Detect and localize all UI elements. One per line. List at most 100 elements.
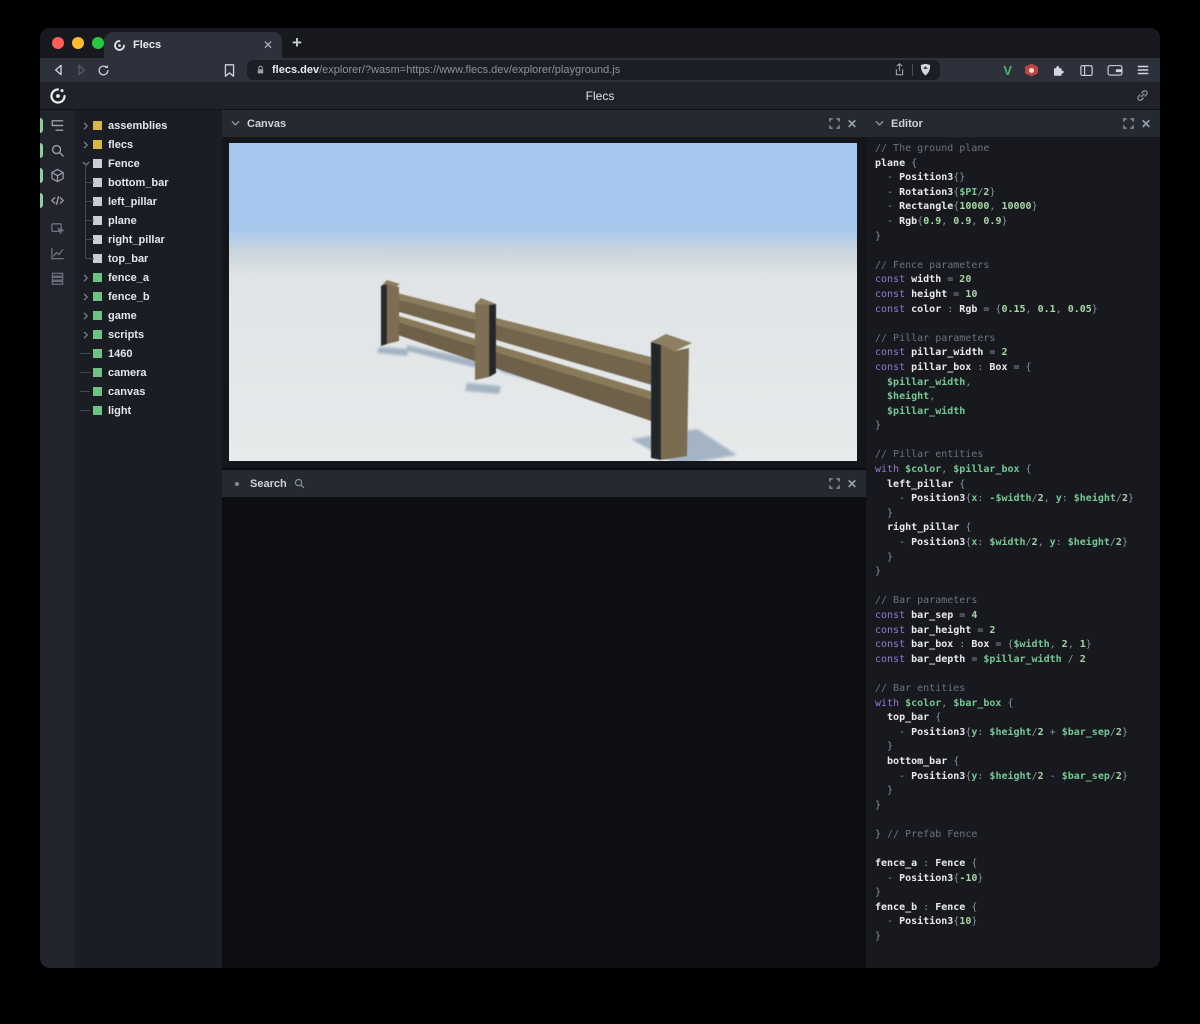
tree-item-label: bottom_bar: [108, 176, 169, 189]
code-line: const width = 20: [875, 274, 972, 286]
reload-icon[interactable]: [92, 63, 114, 78]
bookmark-icon[interactable]: [218, 63, 240, 78]
tree-item-assemblies[interactable]: assemblies: [75, 116, 222, 135]
browser-tab[interactable]: Flecs ✕: [104, 32, 282, 58]
fullscreen-icon[interactable]: [829, 118, 840, 129]
code-line: fence_b : Fence {: [875, 901, 978, 913]
tree-item-camera[interactable]: camera: [75, 363, 222, 382]
menu-icon[interactable]: [1136, 63, 1150, 77]
nav-item-entity-tree[interactable]: [40, 113, 75, 138]
tree-item-left_pillar[interactable]: left_pillar: [75, 182, 222, 211]
code-line: const bar_depth = $pillar_width / 2: [875, 653, 1086, 665]
code-line: - Position3{}: [875, 172, 966, 184]
code-line: const bar_height = 2: [875, 624, 996, 636]
adblock-extension-icon[interactable]: [1025, 63, 1038, 77]
code-line: - Position3{y: $height/2 - $bar_sep/2}: [875, 770, 1128, 782]
expand-chevron-icon[interactable]: [80, 312, 91, 320]
page-title: Flecs: [585, 88, 615, 103]
tree-item-fence_b[interactable]: fence_b: [75, 287, 222, 306]
code-editor[interactable]: // The ground plane plane { - Position3{}…: [866, 137, 1160, 968]
close-icon[interactable]: ✕: [847, 477, 857, 491]
app-header: Flecs: [40, 82, 1160, 110]
code-line: // Pillar parameters: [875, 332, 996, 344]
new-tab-button[interactable]: +: [292, 33, 302, 53]
nav-item-logs[interactable]: [40, 266, 75, 291]
entity-square-icon: [93, 368, 102, 377]
back-icon[interactable]: [48, 62, 70, 78]
3d-viewport[interactable]: [229, 143, 857, 461]
chevron-down-icon[interactable]: [875, 119, 884, 128]
code-line: top_bar {: [875, 712, 942, 724]
tree-item-game[interactable]: game: [75, 306, 222, 325]
tree-item-1460[interactable]: 1460: [75, 344, 222, 363]
active-indicator: [40, 193, 43, 208]
address-bar[interactable]: flecs.dev/explorer/?wasm=https://www.fle…: [247, 60, 940, 80]
forward-icon[interactable]: [70, 62, 92, 78]
close-icon[interactable]: ✕: [847, 117, 857, 131]
tree-item-bottom_bar[interactable]: bottom_bar: [75, 163, 222, 192]
expand-chevron-icon[interactable]: [80, 141, 91, 149]
v-extension-icon[interactable]: V: [1003, 63, 1012, 78]
tree-item-plane[interactable]: plane: [75, 201, 222, 230]
brave-shield-icon[interactable]: [919, 63, 932, 77]
statistics-icon: [50, 246, 65, 261]
code-line: const pillar_width = 2: [875, 347, 1008, 359]
expand-chevron-icon[interactable]: [80, 122, 91, 130]
expand-chevron-icon[interactable]: [80, 331, 91, 339]
code-line: // Pillar entities: [875, 449, 984, 461]
tree-item-flecs[interactable]: flecs: [75, 135, 222, 154]
minimize-window-button[interactable]: [72, 37, 84, 49]
code-line: // The ground plane: [875, 143, 990, 154]
code-line: // Bar parameters: [875, 595, 978, 607]
share-icon[interactable]: [893, 63, 906, 77]
nav-item-statistics[interactable]: [40, 241, 75, 266]
nav-item-inspector[interactable]: [40, 216, 75, 241]
tree-item-label: fence_b: [108, 290, 150, 303]
collapsed-dot-icon[interactable]: [235, 481, 239, 486]
close-window-button[interactable]: [52, 37, 64, 49]
nav-item-canvas-3d[interactable]: [40, 163, 75, 188]
window-controls: [52, 37, 104, 49]
code-line: }: [875, 887, 882, 899]
maximize-window-button[interactable]: [92, 37, 104, 49]
tab-close-icon[interactable]: ✕: [263, 38, 273, 52]
code-line: } // Prefab Fence: [875, 828, 978, 840]
tree-item-label: light: [108, 404, 132, 417]
expand-chevron-icon[interactable]: [80, 274, 91, 282]
code-line: }: [875, 785, 894, 797]
fullscreen-icon[interactable]: [1123, 118, 1134, 129]
tree-item-label: canvas: [108, 385, 146, 398]
entity-square-icon: [93, 121, 102, 130]
entity-square-icon: [93, 311, 102, 320]
nav-item-code-editor[interactable]: [40, 188, 75, 213]
close-icon[interactable]: ✕: [1141, 117, 1151, 131]
tree-item-light[interactable]: light: [75, 401, 222, 420]
entity-tree-icon: [50, 118, 65, 133]
nav-item-query-search[interactable]: [40, 138, 75, 163]
tab-favicon: [113, 39, 126, 52]
expand-chevron-icon[interactable]: [80, 293, 91, 301]
editor-panel-header: Editor ✕: [866, 110, 1160, 137]
sidebar-icon[interactable]: [1079, 63, 1094, 78]
code-line: right_pillar {: [875, 522, 972, 534]
tree-item-canvas[interactable]: canvas: [75, 382, 222, 401]
browser-tab-bar: Flecs ✕ +: [40, 28, 1160, 58]
chevron-down-icon[interactable]: [231, 119, 240, 128]
wallet-icon[interactable]: [1107, 63, 1123, 77]
entity-square-icon: [93, 197, 102, 206]
center-column: Canvas ✕ Search ✕: [222, 110, 866, 968]
flecs-logo[interactable]: [49, 87, 67, 105]
link-icon[interactable]: [1135, 88, 1150, 103]
tree-item-scripts[interactable]: scripts: [75, 325, 222, 344]
search-icon[interactable]: [294, 478, 305, 489]
leaf-connector: [80, 372, 90, 373]
tree-item-fence_a[interactable]: fence_a: [75, 268, 222, 287]
tree-item-Fence[interactable]: Fence: [75, 154, 222, 173]
fullscreen-icon[interactable]: [829, 478, 840, 489]
extensions-puzzle-icon[interactable]: [1051, 63, 1066, 78]
tree-item-right_pillar[interactable]: right_pillar: [75, 220, 222, 249]
tree-item-top_bar[interactable]: top_bar: [75, 239, 222, 268]
canvas-3d-icon: [50, 168, 65, 183]
code-line: bottom_bar {: [875, 755, 960, 767]
